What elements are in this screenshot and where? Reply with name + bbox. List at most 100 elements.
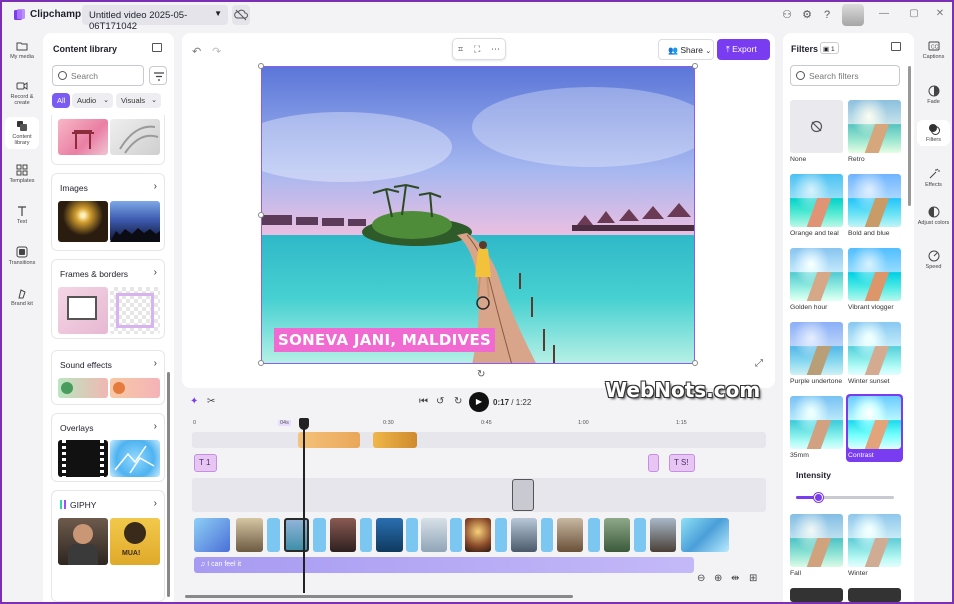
chevron-right-icon[interactable]: › xyxy=(154,267,157,278)
search-filters-input[interactable]: Search filters xyxy=(790,65,900,86)
resize-handle[interactable] xyxy=(692,360,698,366)
chevron-right-icon[interactable]: › xyxy=(154,421,157,432)
chevron-right-icon[interactable]: › xyxy=(154,498,157,509)
split-scissors-icon[interactable]: ✂ xyxy=(207,396,215,407)
filter-fall[interactable]: Fall xyxy=(790,514,843,577)
filter-winter[interactable]: Winter xyxy=(848,514,901,577)
filter-contrast[interactable]: Contrast xyxy=(846,394,903,462)
thumbnail[interactable] xyxy=(58,119,108,155)
rotate-icon[interactable]: ↻ xyxy=(477,369,485,380)
filter-button[interactable] xyxy=(149,66,167,85)
resize-handle[interactable] xyxy=(258,360,264,366)
text-clip[interactable]: T S! xyxy=(669,454,695,472)
share-button[interactable]: 👥 Share ⌄ xyxy=(658,39,714,60)
gif-thumbnail[interactable]: MUA! xyxy=(110,518,160,565)
playhead[interactable] xyxy=(303,419,305,593)
play-circle-icon[interactable] xyxy=(113,382,125,394)
more-options-icon[interactable]: ⋯ xyxy=(491,44,500,55)
nav-brand-kit[interactable]: Brand kit xyxy=(5,287,39,307)
play-button[interactable]: ▶ xyxy=(469,392,489,412)
video-clip[interactable] xyxy=(330,518,356,552)
video-clip[interactable] xyxy=(236,518,263,552)
transition-clip[interactable] xyxy=(541,518,553,552)
title-caption[interactable]: SONEVA JANI, MALDIVES xyxy=(274,328,496,352)
video-clip[interactable] xyxy=(604,518,630,552)
fullscreen-icon[interactable]: ⤢ xyxy=(755,358,763,369)
video-clip[interactable] xyxy=(557,518,583,552)
resize-handle[interactable] xyxy=(692,63,698,69)
transition-clip[interactable] xyxy=(194,518,230,552)
video-clip[interactable] xyxy=(465,518,491,552)
zoom-out-icon[interactable]: ⊖ xyxy=(697,573,705,584)
thumbnail[interactable] xyxy=(58,287,108,334)
play-circle-icon[interactable] xyxy=(61,382,73,394)
collapse-panel-icon[interactable] xyxy=(152,43,162,52)
chip-visuals[interactable]: Visuals ⌄ xyxy=(116,93,161,108)
filters-scrollbar[interactable] xyxy=(908,66,911,206)
search-input[interactable]: Search xyxy=(52,65,144,86)
collapse-panel-icon[interactable] xyxy=(891,42,901,51)
gear-icon[interactable]: ⚙ xyxy=(800,8,814,22)
selected-video-clip[interactable] xyxy=(284,518,309,552)
fit-timeline-icon[interactable]: ⇹ xyxy=(731,573,739,584)
expand-timeline-icon[interactable]: ⊞ xyxy=(749,573,757,584)
transition-clip[interactable] xyxy=(267,518,280,552)
filter-35mm[interactable]: 35mm xyxy=(790,396,843,459)
nav-captions[interactable]: CC Captions xyxy=(917,40,950,60)
nav-content-library[interactable]: Content library xyxy=(5,117,39,149)
forward-5s-icon[interactable]: ↻ xyxy=(454,396,462,407)
nav-transitions[interactable]: Transitions xyxy=(5,246,39,266)
transition-clip[interactable] xyxy=(450,518,462,552)
chevron-right-icon[interactable]: › xyxy=(154,358,157,369)
chip-audio[interactable]: Audio ⌄ xyxy=(72,93,113,108)
share-link-icon[interactable]: ⚇ xyxy=(780,8,794,22)
gif-thumbnail[interactable] xyxy=(58,518,108,565)
thumbnail[interactable] xyxy=(110,287,160,334)
filter-winter-sunset[interactable]: Winter sunset xyxy=(848,322,901,385)
undo-icon[interactable]: ↶ xyxy=(192,45,201,58)
sticker-clip[interactable] xyxy=(512,479,534,511)
transition-clip[interactable] xyxy=(313,518,326,552)
sound-effect-item[interactable] xyxy=(58,378,108,398)
skip-back-icon[interactable]: ⏮ xyxy=(419,396,428,407)
chevron-down-icon[interactable]: ▼ xyxy=(214,9,222,18)
filter-golden-hour[interactable]: Golden hour xyxy=(790,248,843,311)
overlay-clip[interactable] xyxy=(373,432,417,448)
nav-templates[interactable]: Templates xyxy=(5,164,39,184)
filter-bold-and-blue[interactable]: Bold and blue xyxy=(848,174,901,237)
overlays-card[interactable]: Overlays › xyxy=(51,413,165,482)
frames-borders-card[interactable]: Frames & borders › xyxy=(51,259,165,339)
thumbnail[interactable] xyxy=(110,440,160,477)
sound-effect-item[interactable] xyxy=(110,378,160,398)
library-scrollbar[interactable] xyxy=(167,372,170,597)
chevron-right-icon[interactable]: › xyxy=(154,181,157,192)
audio-clip[interactable]: ♫ I can feel it xyxy=(194,557,694,573)
playhead-handle[interactable] xyxy=(299,418,309,430)
intensity-slider[interactable] xyxy=(796,493,894,502)
close-icon[interactable]: ✕ xyxy=(933,8,947,22)
cloud-sync-button[interactable] xyxy=(232,5,250,25)
thumbnail[interactable] xyxy=(110,201,160,242)
transition-clip[interactable] xyxy=(634,518,646,552)
overlay-clip[interactable] xyxy=(298,432,360,448)
thumbnail[interactable] xyxy=(58,201,108,242)
filter-item-partial[interactable] xyxy=(848,588,901,602)
slider-knob[interactable] xyxy=(813,493,823,502)
rewind-5s-icon[interactable]: ↺ xyxy=(436,396,444,407)
filter-purple-undertone[interactable]: Purple undertone xyxy=(790,322,843,385)
ai-sparkle-icon[interactable]: ✦ xyxy=(190,396,198,407)
nav-record-create[interactable]: Record & create xyxy=(5,80,39,106)
filter-item-partial[interactable] xyxy=(790,588,843,602)
nav-effects[interactable]: Effects xyxy=(917,168,950,188)
resize-handle[interactable] xyxy=(258,63,264,69)
fit-icon[interactable]: ⛶ xyxy=(474,44,480,55)
nav-text[interactable]: Text xyxy=(5,205,39,225)
nav-my-media[interactable]: My media xyxy=(5,40,39,60)
sound-effects-card[interactable]: Sound effects › xyxy=(51,350,165,405)
video-clip[interactable] xyxy=(511,518,537,552)
project-title-field[interactable]: Untitled video 2025-05-06T171042 ▼ xyxy=(82,5,228,32)
zoom-in-icon[interactable]: ⊕ xyxy=(714,573,722,584)
maximize-icon[interactable]: ▢ xyxy=(907,8,921,22)
nav-fade[interactable]: Fade xyxy=(917,85,950,105)
nav-speed[interactable]: Speed xyxy=(917,250,950,270)
